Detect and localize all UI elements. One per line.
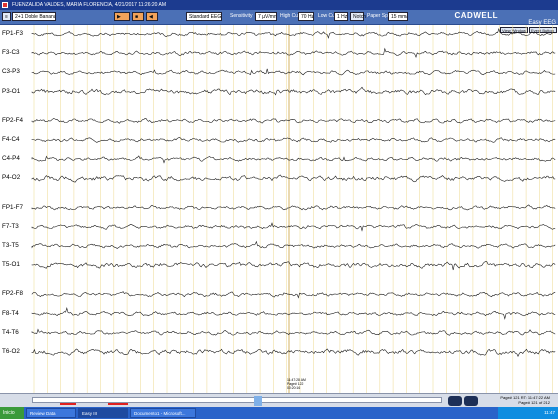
event-annotation: 11:47:28 AM Page# 122 00:20:16 [287, 378, 306, 390]
channel-label: FP1-F7 [2, 203, 23, 211]
channel-label: T6-O2 [2, 348, 20, 355]
eeg-trace [31, 307, 556, 320]
montage-select[interactable]: 2+1 Doble Banana [12, 12, 56, 21]
task-easy-iii[interactable]: Easy III [78, 408, 128, 418]
eeg-trace [31, 86, 556, 96]
stop-button[interactable]: ■ [132, 12, 144, 21]
eeg-trace [31, 328, 556, 336]
eeg-trace [31, 118, 556, 124]
eeg-trace [31, 222, 556, 232]
os-taskbar: Inicio Review Data Easy III Documento1 -… [0, 407, 558, 419]
window-title: FUENZALIDA VALDES, MARIA FLORENCIA, 4/21… [12, 2, 167, 8]
channel-label: P4-O2 [2, 174, 21, 182]
channel-label: T3-T5 [2, 242, 19, 249]
event-marker-2 [108, 403, 128, 405]
toolbar-menu-button[interactable]: ≡ [2, 12, 11, 21]
channel-label: C4-P4 [2, 155, 20, 163]
event-marker-1 [60, 403, 76, 405]
eeg-trace [31, 155, 556, 164]
channel-label: T4-T6 [2, 328, 19, 336]
eeg-trace [31, 261, 556, 271]
window-title-bar: FUENZALIDA VALDES, MARIA FLORENCIA, 4/21… [0, 0, 558, 10]
channel-label: P3-O1 [2, 87, 21, 95]
task-documento1[interactable]: Documento1 - Microsoft... [130, 408, 196, 418]
eeg-trace [31, 240, 556, 249]
high-cut-select[interactable]: 70 Hz [298, 12, 314, 21]
eeg-trace [31, 174, 556, 183]
sensitivity-label: Sensitivity [230, 13, 253, 19]
channel-label: F4-C4 [2, 136, 20, 143]
start-button[interactable]: Inicio [0, 407, 24, 419]
eeg-trace [31, 68, 556, 76]
eeg-trace [31, 204, 556, 211]
channel-label: T5-O1 [2, 261, 20, 269]
page-info-line2: Page# 121 of 212 [518, 400, 550, 405]
high-cut-label: High Cut [280, 13, 300, 19]
low-cut-select[interactable]: 1 Hz [334, 12, 348, 21]
eeg-trace [31, 137, 556, 143]
channel-label: FP1-F3 [2, 30, 23, 37]
eeg-trace [31, 47, 556, 58]
toolbar: ≡ 2+1 Doble Banana ▶ ■ ◀ Standard EEG Vi… [0, 10, 558, 33]
timeline-position-marker[interactable] [254, 396, 262, 406]
channel-label: F7-T3 [2, 222, 19, 230]
sensitivity-select[interactable]: 7 µV/mm [255, 12, 277, 21]
channel-label: FP2-F8 [2, 290, 23, 298]
navigation-bar: Page# 121 RT: 11:47:22 AM Page# 121 of 2… [0, 393, 558, 408]
previous-page-button[interactable] [448, 396, 462, 406]
montage-view-select[interactable]: Standard EEG View [186, 12, 222, 21]
cadwell-logo: CADWELL [454, 11, 498, 20]
channel-label: C3-P3 [2, 68, 20, 76]
channel-labels: FP1-F3 F3-C3 C3-P3 P3-O1 FP2-F4 F4-C4 C4-P4 P4-… [0, 25, 32, 393]
eeg-trace [31, 27, 556, 39]
paper-speed-select[interactable]: 15 mm/sec [388, 12, 408, 21]
annotation-clock: 00:20:16 [287, 386, 301, 390]
notch-button[interactable]: Notch [350, 12, 366, 21]
channel-label: FP2-F4 [2, 116, 23, 124]
eeg-trace [31, 291, 556, 299]
app-icon [2, 2, 8, 8]
page-info: Page# 121 RT: 11:47:22 AM Page# 121 of 2… [500, 395, 550, 405]
timeline-scrollbar[interactable] [32, 397, 442, 403]
task-review-data[interactable]: Review Data [26, 408, 76, 418]
system-tray-clock: 11:47 [498, 407, 558, 419]
next-page-button[interactable] [464, 396, 478, 406]
eeg-trace [31, 348, 556, 358]
channel-label: F3-C3 [2, 49, 20, 57]
eeg-trace-area[interactable] [0, 25, 558, 393]
reverse-button[interactable]: ◀ [146, 12, 158, 21]
channel-label: F8-T4 [2, 309, 19, 317]
play-button[interactable]: ▶ [114, 12, 130, 21]
